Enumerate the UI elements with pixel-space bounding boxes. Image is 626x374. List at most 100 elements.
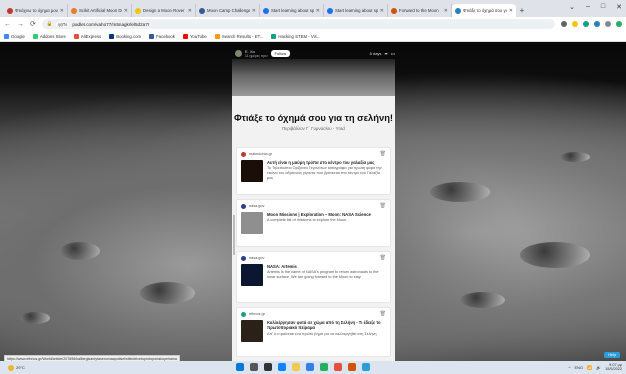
bookmark-item[interactable]: YouTube — [182, 33, 207, 39]
more-icon[interactable]: ••• — [391, 51, 395, 56]
post-source: ethnos.gr 🗑 — [237, 308, 390, 320]
profile-icon[interactable] — [616, 21, 622, 27]
post-card[interactable]: nasa.gov 🗑 NASA: Artemis Artemis is the … — [236, 251, 391, 303]
bookmarks-bar: Google Addons Store AliExpress Booking.c… — [0, 31, 626, 42]
store-icon[interactable] — [320, 363, 328, 371]
share-icon[interactable]: ➦ — [384, 51, 387, 56]
url-field[interactable]: 🔒 ηηΠε padlet.com/vaho77/m5nagkrlel5d2a7… — [41, 19, 555, 29]
post-thumbnail[interactable] — [241, 320, 263, 342]
post-card[interactable]: ethnos.gr 🗑 Καλλιέργησαν φυτά σε χώμα απ… — [236, 307, 391, 357]
post-title[interactable]: NASA: Artemis — [267, 264, 386, 269]
close-tab-icon[interactable]: ✕ — [252, 8, 256, 14]
browser-tab[interactable]: Start learning about space ✕ — [260, 4, 324, 17]
folder-icon[interactable] — [292, 363, 300, 371]
mail-icon[interactable] — [306, 363, 314, 371]
bookmark-favicon-icon — [214, 33, 220, 39]
tab-title: Start learning about space — [335, 8, 378, 13]
close-tab-icon[interactable]: ✕ — [509, 8, 513, 14]
back-icon[interactable]: ← — [4, 21, 11, 28]
word-icon[interactable] — [362, 363, 370, 371]
taskbar: 29°C ^ ENG 📶 🔊 9:07 μμ 15/5/2022 — [0, 361, 626, 374]
task-view-icon[interactable] — [264, 363, 272, 371]
bookmark-item[interactable]: Hacking STEM - Vis... — [271, 33, 320, 39]
post-thumbnail[interactable] — [241, 212, 263, 234]
help-button[interactable]: Help — [604, 352, 620, 358]
url-text[interactable]: padlet.com/vaho77/m5nagkrlel5d2a7r — [72, 22, 149, 27]
bookmark-item[interactable]: Facebook — [149, 33, 175, 39]
crater-shape — [20, 312, 50, 324]
close-tab-icon[interactable]: ✕ — [124, 8, 128, 14]
crater-shape — [60, 242, 100, 260]
close-tab-icon[interactable]: ✕ — [60, 8, 64, 14]
post-title[interactable]: Αυτή είναι η μαύρη τρύπα στο κέντρο του … — [267, 160, 386, 165]
start-icon[interactable] — [236, 363, 244, 371]
post-source: nasa.gov 🗑 — [237, 200, 390, 212]
extension-icons — [561, 21, 622, 27]
post-thumbnail[interactable] — [241, 160, 263, 182]
puzzle-icon[interactable] — [605, 21, 611, 27]
new-tab-button[interactable]: + — [516, 4, 528, 17]
wifi-icon[interactable]: 📶 — [587, 365, 592, 370]
bookmark-item[interactable]: AliExpress — [73, 33, 102, 39]
source-label: nasa.gov — [249, 256, 265, 260]
avatar[interactable] — [235, 49, 242, 57]
site-chip[interactable]: ηηΠε — [55, 21, 70, 27]
header-image — [232, 59, 395, 96]
trash-icon[interactable]: 🗑 — [380, 311, 386, 317]
browser-tab[interactable]: Φτιάξε το όχημά σου για ✕ — [452, 4, 516, 17]
browser-tab[interactable]: Start learning about space ✕ — [324, 4, 388, 17]
post-card[interactable]: makedonia.gr 🗑 Αυτή είναι η μαύρη τρύπα … — [236, 147, 391, 195]
bookmark-favicon-icon — [32, 33, 38, 39]
browser-tab[interactable]: Forward to the Moon ✕ — [388, 4, 452, 17]
favicon-icon — [7, 7, 13, 14]
bookmark-label: AliExpress — [80, 33, 102, 39]
browser-tab[interactable]: Scikit Artificial Moon Drive ✕ — [68, 4, 132, 17]
bookmark-favicon-icon — [4, 33, 9, 39]
clock[interactable]: 9:07 μμ 15/5/2022 — [605, 363, 622, 371]
scrollbar[interactable] — [233, 215, 235, 255]
source-favicon-icon — [241, 151, 246, 157]
favicon-icon — [391, 7, 397, 14]
edge-icon[interactable] — [278, 363, 286, 371]
trash-icon[interactable]: 🗑 — [380, 151, 386, 157]
bookmark-item[interactable]: Addons Store — [32, 33, 66, 39]
bookmark-label: Facebook — [156, 33, 175, 39]
crater-shape — [140, 282, 195, 304]
bookmark-item[interactable]: Google — [4, 33, 25, 39]
extension-icon[interactable] — [594, 21, 600, 27]
trash-icon[interactable]: 🗑 — [380, 203, 386, 209]
post-description: Artemis is the name of NASA's program to… — [267, 270, 379, 280]
tray-chevron-icon[interactable]: ^ — [569, 365, 571, 370]
tab-search-icon[interactable]: ⌄ — [569, 3, 575, 11]
post-title[interactable]: Moon Missions | Exploration – Moon: NASA… — [267, 212, 386, 217]
forward-icon[interactable]: → — [17, 21, 24, 28]
chrome-icon[interactable] — [334, 363, 342, 371]
close-tab-icon[interactable]: ✕ — [380, 8, 384, 14]
close-tab-icon[interactable]: ✕ — [188, 8, 192, 14]
bookmark-item[interactable]: Search Results - ET... — [214, 33, 263, 39]
close-tab-icon[interactable]: ✕ — [444, 8, 448, 14]
app-icon[interactable] — [348, 363, 356, 371]
share-icon[interactable] — [561, 21, 567, 27]
post-card[interactable]: nasa.gov 🗑 Moon Missions | Exploration –… — [236, 199, 391, 247]
browser-tab[interactable]: Design a Moon Rover in 1 ✕ — [132, 4, 196, 17]
extension-icon[interactable] — [583, 21, 589, 27]
post-title[interactable]: Καλλιέργησαν φυτά σε χώμα από τη Σελήνη … — [267, 320, 386, 331]
crater-shape — [460, 292, 505, 308]
close-tab-icon[interactable]: ✕ — [316, 8, 320, 14]
weather-widget[interactable]: 29°C — [8, 364, 25, 371]
bookmark-item[interactable]: Booking.com — [109, 33, 141, 39]
language-indicator[interactable]: ENG — [574, 365, 583, 370]
browser-tab[interactable]: Moon Camp Challenge ✕ — [196, 4, 260, 17]
minimize-icon[interactable]: – — [586, 3, 590, 11]
close-window-icon[interactable]: ✕ — [616, 3, 622, 11]
follow-button[interactable]: Follow — [270, 49, 291, 57]
reload-icon[interactable]: ⟳ — [30, 20, 36, 28]
maximize-icon[interactable]: □ — [601, 3, 605, 11]
trash-icon[interactable]: 🗑 — [380, 255, 386, 261]
search-icon[interactable] — [250, 363, 258, 371]
browser-tab[interactable]: Φτιάχνω το όχημα μου για τη ✕ — [4, 4, 68, 17]
star-icon[interactable] — [572, 21, 578, 27]
volume-icon[interactable]: 🔊 — [596, 365, 601, 370]
post-thumbnail[interactable] — [241, 264, 263, 286]
